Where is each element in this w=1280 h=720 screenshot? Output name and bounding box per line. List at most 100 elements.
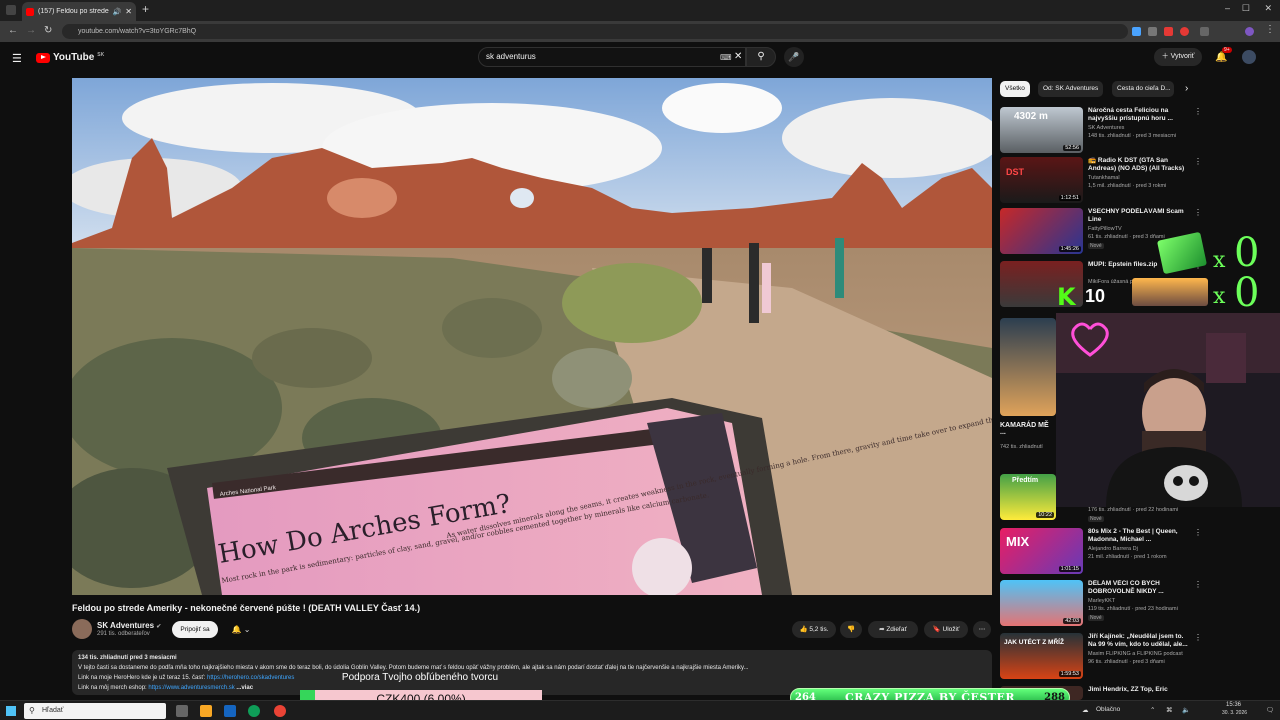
clock-time[interactable]: 15:36 — [1226, 702, 1241, 708]
rec-title: Jimi Hendrix, ZZ Top, Eric — [1088, 686, 1168, 693]
keyboard-icon[interactable]: ⌨ — [720, 53, 732, 62]
notification-bell-button[interactable]: 🔔 ⌄ — [224, 621, 258, 638]
file-explorer-icon[interactable] — [200, 705, 212, 717]
rec-meta: 742 tis. zhliadnutí — [1000, 444, 1043, 450]
create-button[interactable]: ＋ Vytvoriť — [1154, 48, 1202, 66]
weather-icon[interactable]: ☁ — [1082, 706, 1089, 714]
voice-search-icon[interactable]: 🎤 — [784, 47, 804, 67]
rec-menu-icon[interactable]: ⋮ — [1194, 208, 1202, 217]
channel-name-text: SK Adventures — [97, 621, 155, 630]
extension-icon[interactable] — [1148, 27, 1157, 36]
rec-meta: 148 tis. zhliadnutí · pred 3 mesiacmi — [1088, 133, 1177, 139]
live-radio-icon: 📻 — [1088, 157, 1097, 164]
network-icon[interactable]: ⌘ — [1166, 706, 1173, 714]
rec-title: 📻 Radio K DST (GTA San Andreas) (NO ADS)… — [1088, 157, 1188, 173]
recommendation-item[interactable]: KAMARÁD MĚ ... 742 tis. zhliadnutí — [1000, 318, 1056, 468]
tab-actions-icon[interactable] — [6, 5, 16, 15]
channel-name[interactable]: SK Adventures ✔ — [97, 621, 161, 630]
clock-date[interactable]: 30. 3. 2026 — [1222, 710, 1247, 716]
extensions-puzzle-icon[interactable] — [1200, 27, 1209, 36]
recommendation-item[interactable]: 4302 m 52:56 Náročná cesta Feliciou na n… — [1000, 107, 1205, 155]
share-icon: ➦ — [879, 626, 885, 633]
taskbar-search-input[interactable]: ⚲ Hľadať — [24, 703, 166, 719]
forward-icon[interactable]: → — [26, 25, 36, 36]
volume-icon[interactable]: 🔈 — [1182, 706, 1190, 714]
merch-link[interactable]: https://www.adventuresmerch.sk — [148, 685, 234, 691]
subscriber-count: 291 tis. odberateľov — [97, 631, 150, 637]
back-icon[interactable]: ← — [8, 25, 18, 36]
recommendation-item[interactable]: JAK UTÉCT Z MŘÍŽ 1:59:53 Jiří Kajínek: „… — [1000, 633, 1205, 681]
dislike-button[interactable]: 👎 — [840, 621, 862, 638]
like-button[interactable]: 👍 5,2 tis. — [792, 621, 836, 638]
minimize-icon[interactable]: – — [1225, 3, 1230, 13]
video-duration: 42:03 — [1063, 618, 1081, 624]
rec-meta: 96 tis. zhliadnutí · pred 3 dňami — [1088, 659, 1165, 665]
thumbnail-text: MIX — [1006, 534, 1030, 549]
chevron-up-icon[interactable]: ⌃ — [1150, 706, 1155, 714]
extension-icon[interactable] — [1164, 27, 1173, 36]
hamburger-menu-icon[interactable]: ☰ — [12, 52, 22, 65]
extension-icon[interactable] — [1132, 27, 1141, 36]
share-button[interactable]: ➦ Zdieľať — [868, 621, 918, 638]
recommendation-item[interactable]: 42:03 DĚLÁM VĚCI CO BYCH DOBROVOLNĚ NIKD… — [1000, 580, 1205, 628]
recommendation-item[interactable]: MIX 1:01:15 80s Mix 2 - The Best | Queen… — [1000, 528, 1205, 576]
chevron-down-icon: ⌄ — [243, 625, 251, 634]
rec-title: VŠECHNY PODĚLÁVÁMI Scam Line — [1088, 208, 1184, 223]
recommendation-item[interactable]: DST 1:12:51 📻 Radio K DST (GTA San Andre… — [1000, 157, 1205, 205]
rec-title: KAMARÁD MĚ ... — [1000, 422, 1049, 436]
show-more-link[interactable]: ...viac — [236, 685, 253, 691]
extension-icon[interactable] — [1180, 27, 1189, 36]
store-icon[interactable] — [224, 705, 236, 717]
search-input[interactable]: sk adventurus — [478, 47, 746, 67]
search-button[interactable]: ⚲ — [746, 47, 776, 67]
browser-tab-bar: (157) Feldou po strede Ameriky 🔊 ✕ + – ☐… — [0, 0, 1280, 21]
new-badge: Nové — [1088, 243, 1104, 249]
bookmark-icon: 🔖 — [932, 626, 941, 633]
url-bar[interactable]: youtube.com/watch?v=3toYGRc7BhQ — [62, 24, 1128, 39]
maximize-icon[interactable]: ☐ — [1242, 3, 1250, 14]
rec-title: DĚLÁM VĚCI CO BYCH DOBROVOLNĚ NIKDY ... — [1088, 580, 1164, 595]
save-button[interactable]: 🔖 Uložiť — [924, 621, 968, 638]
rec-menu-icon[interactable]: ⋮ — [1194, 633, 1202, 642]
profile-avatar[interactable] — [1245, 27, 1254, 36]
herohero-link[interactable]: https://herohero.co/skadventures — [207, 675, 294, 681]
notifications-center-icon[interactable]: 🗨 — [1266, 706, 1274, 714]
rec-channel: FattyPillowTV — [1088, 226, 1122, 232]
browser-menu-icon[interactable]: ⋮ — [1265, 24, 1275, 35]
chevron-right-icon[interactable]: › — [1185, 83, 1188, 94]
rec-menu-icon[interactable]: ⋮ — [1194, 580, 1202, 589]
edge-icon[interactable] — [248, 705, 260, 717]
more-actions-icon[interactable]: ⋯ — [973, 621, 991, 638]
notifications-icon[interactable]: 🔔 — [1215, 52, 1227, 63]
description-text: Link na moje HeroHero kde je už teraz 15… — [78, 675, 206, 681]
chip-related[interactable]: Cesta do cieľa D... — [1112, 81, 1174, 97]
task-view-icon[interactable] — [176, 705, 188, 717]
youtube-logo[interactable]: YouTube SK — [36, 52, 104, 63]
clear-search-icon[interactable]: ✕ — [734, 51, 742, 62]
video-player[interactable]: How Do Arches Form? Arches National Park… — [72, 78, 992, 595]
windows-taskbar: ⚲ Hľadať ☁ Oblačno ⌃ ⌘ 🔈 15:36 30. 3. 20… — [0, 700, 1280, 720]
video-duration: 1:01:15 — [1058, 566, 1081, 572]
webcam-frame — [1056, 313, 1280, 507]
video-frame: How Do Arches Form? Arches National Park… — [72, 78, 992, 595]
chip-channel[interactable]: Od: SK Adventures — [1038, 81, 1104, 97]
chip-all[interactable]: Všetko — [1000, 81, 1030, 97]
speaker-icon[interactable]: 🔊 — [113, 8, 122, 16]
join-button[interactable]: Pripojiť sa — [172, 621, 218, 638]
tab-close-icon[interactable]: ✕ — [125, 7, 132, 16]
tab-title: (157) Feldou po strede Ameriky — [38, 8, 109, 15]
channel-avatar[interactable] — [72, 619, 92, 639]
rec-menu-icon[interactable]: ⋮ — [1194, 157, 1202, 166]
account-avatar[interactable] — [1242, 50, 1256, 64]
chrome-icon[interactable] — [274, 705, 286, 717]
window-close-icon[interactable]: ✕ — [1264, 3, 1272, 14]
new-tab-button[interactable]: + — [142, 2, 149, 16]
start-button-icon[interactable] — [6, 706, 16, 716]
thumbnail-text: 4302 m — [1014, 111, 1048, 122]
reload-icon[interactable]: ↻ — [44, 25, 52, 36]
weather-text[interactable]: Oblačno — [1096, 706, 1120, 713]
thumbs-down-icon: 👎 — [846, 626, 856, 633]
rec-menu-icon[interactable]: ⋮ — [1194, 107, 1202, 116]
rec-menu-icon[interactable]: ⋮ — [1194, 528, 1202, 537]
browser-tab[interactable]: (157) Feldou po strede Ameriky 🔊 ✕ — [22, 2, 136, 21]
